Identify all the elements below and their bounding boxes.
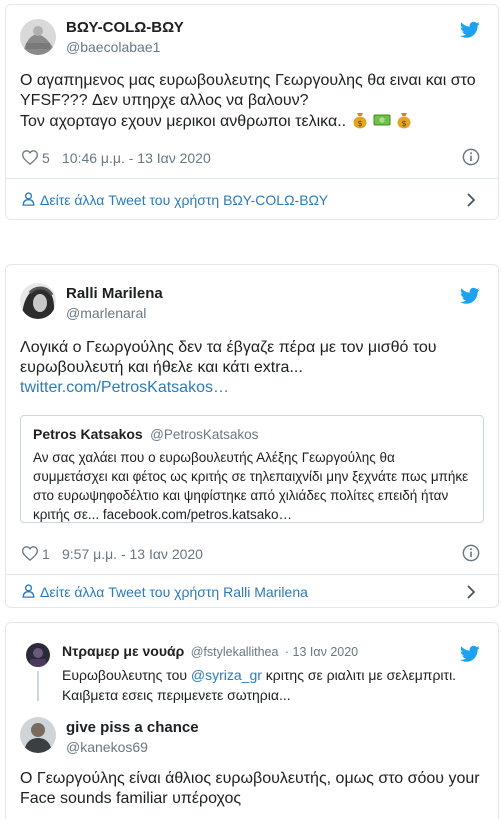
parent-handle[interactable]: @fstylekallithea <box>191 645 279 659</box>
avatar[interactable] <box>20 283 56 319</box>
mention-link[interactable]: @syriza_gr <box>191 667 262 683</box>
tweet-timestamp[interactable]: 9:57 μ.μ. - 13 Ιαν 2020 <box>62 546 203 562</box>
quoted-text-line: στο ευρωψηφοδέλτιο και ψηφίστηκε από χιλ… <box>33 488 449 503</box>
money-bag-icon: $ <box>353 113 367 129</box>
like-heart-icon[interactable] <box>22 546 38 561</box>
user-handle[interactable]: @baecolabae1 <box>66 39 160 55</box>
twitter-bird-icon[interactable] <box>460 287 480 305</box>
svg-text:$: $ <box>357 119 362 128</box>
parent-tweet-text: Ευρωβουλευτης του @syriza_gr κριτης σε ρ… <box>62 665 456 705</box>
user-handle[interactable]: @marlenaral <box>66 305 146 321</box>
parent-text-line: Καιβμετα εσεις περιμενετε σωτηρια... <box>62 687 291 703</box>
tweet-timestamp[interactable]: 10:46 μ.μ. - 13 Ιαν 2020 <box>62 150 211 166</box>
tweet-text-line: Face sounds familiar υπέροχος <box>20 790 242 807</box>
tweet-text: Ο αγαπημενος μας ευρωβουλευτης Γεωργουλη… <box>20 71 490 132</box>
avatar[interactable] <box>20 717 56 753</box>
tweet-text: Λογικά ο Γεωργούλης δεν τα έβγαζε πέρα μ… <box>20 338 490 398</box>
person-icon <box>22 192 35 206</box>
quoted-text-line: συμμετάσχει και φέτος ως κριτής σε τηλεπ… <box>33 469 469 484</box>
tweet-text-line: Τον αχορταγο εχουν μερικοι ανθρωποι τελι… <box>20 113 347 130</box>
info-icon[interactable] <box>462 148 480 166</box>
user-handle[interactable]: @kanekos69 <box>66 739 148 755</box>
info-icon[interactable] <box>462 544 480 562</box>
chevron-right-icon[interactable] <box>466 584 476 600</box>
quoted-text-line: Αν σας χαλάει που ο ευρωβουλευτής Αλέξης… <box>33 450 395 465</box>
person-icon <box>22 584 35 598</box>
display-name[interactable]: ΒΩΥ-COLΩ-ΒΩΥ <box>66 19 184 36</box>
more-tweets-link[interactable]: Δείτε άλλα Tweet του χρήστη Ralli Marile… <box>6 575 498 607</box>
tweet-text: Ο Γεωργούλης είναι άθλιος ευρωβουλευτής,… <box>20 769 490 809</box>
quoted-tweet[interactable]: Petros Katsakos @PetrosKatsakos Αν σας χ… <box>20 415 484 523</box>
quoted-handle: @PetrosKatsakos <box>150 427 259 442</box>
more-tweets-link[interactable]: Δείτε άλλα Tweet του χρήστη ΒΩΥ-COLΩ-ΒΩΥ <box>6 179 498 219</box>
parent-avatar[interactable] <box>26 643 50 667</box>
reply-thread-line <box>37 671 39 701</box>
tweet-text-line: ευρωβουλευτή και ήθελε και κάτι extra... <box>20 359 303 376</box>
banknote-icon <box>373 114 391 126</box>
tweet-text-line: YFSF??? Δεν υπηρχε αλλος να βαλουν? <box>20 92 309 109</box>
parent-display-name[interactable]: Ντραμερ με νουάρ <box>62 643 184 659</box>
parent-date[interactable]: · 13 Ιαν 2020 <box>285 645 358 659</box>
tweet-text-line: Ο Γεωργούλης είναι άθλιος ευρωβουλευτής,… <box>20 770 480 787</box>
display-name[interactable]: give piss a chance <box>66 719 199 736</box>
parent-text-prefix: Ευρωβουλευτης του <box>62 667 191 683</box>
avatar[interactable] <box>20 19 56 55</box>
like-count: 1 <box>42 546 50 562</box>
twitter-bird-icon[interactable] <box>460 21 480 39</box>
more-tweets-label[interactable]: Δείτε άλλα Tweet του χρήστη ΒΩΥ-COLΩ-ΒΩΥ <box>40 192 328 208</box>
chevron-right-icon[interactable] <box>466 192 476 208</box>
quoted-text: Αν σας χαλάει που ο ευρωβουλευτής Αλέξης… <box>33 448 468 524</box>
like-heart-icon[interactable] <box>22 150 38 165</box>
twitter-bird-icon[interactable] <box>460 645 480 663</box>
tweet-card: Ralli Marilena @marlenaral Λογικά ο Γεωρ… <box>5 264 499 608</box>
money-bag-icon: $ <box>397 113 411 129</box>
quoted-display-name: Petros Katsakos <box>33 426 143 442</box>
tweet-card: Ντραμερ με νουάρ @fstylekallithea · 13 Ι… <box>5 622 499 819</box>
quoted-text-line: κριτής σε... facebook.com/petros.katsako… <box>33 507 292 522</box>
like-count: 5 <box>42 150 50 166</box>
tweet-text-line: Ο αγαπημενος μας ευρωβουλευτης Γεωργουλη… <box>20 72 476 89</box>
tweet-text-line: Λογικά ο Γεωργούλης δεν τα έβγαζε πέρα μ… <box>20 339 437 356</box>
parent-text-suffix: κριτης σε ριαλιτι με σελεμπριτι. <box>261 667 457 683</box>
svg-text:$: $ <box>402 119 407 128</box>
tweet-card: ΒΩΥ-COLΩ-ΒΩΥ @baecolabae1 Ο αγαπημενος μ… <box>5 4 499 220</box>
display-name[interactable]: Ralli Marilena <box>66 285 163 302</box>
tweet-link[interactable]: twitter.com/PetrosKatsakos… <box>20 378 490 398</box>
more-tweets-label[interactable]: Δείτε άλλα Tweet του χρήστη Ralli Marile… <box>40 584 308 600</box>
